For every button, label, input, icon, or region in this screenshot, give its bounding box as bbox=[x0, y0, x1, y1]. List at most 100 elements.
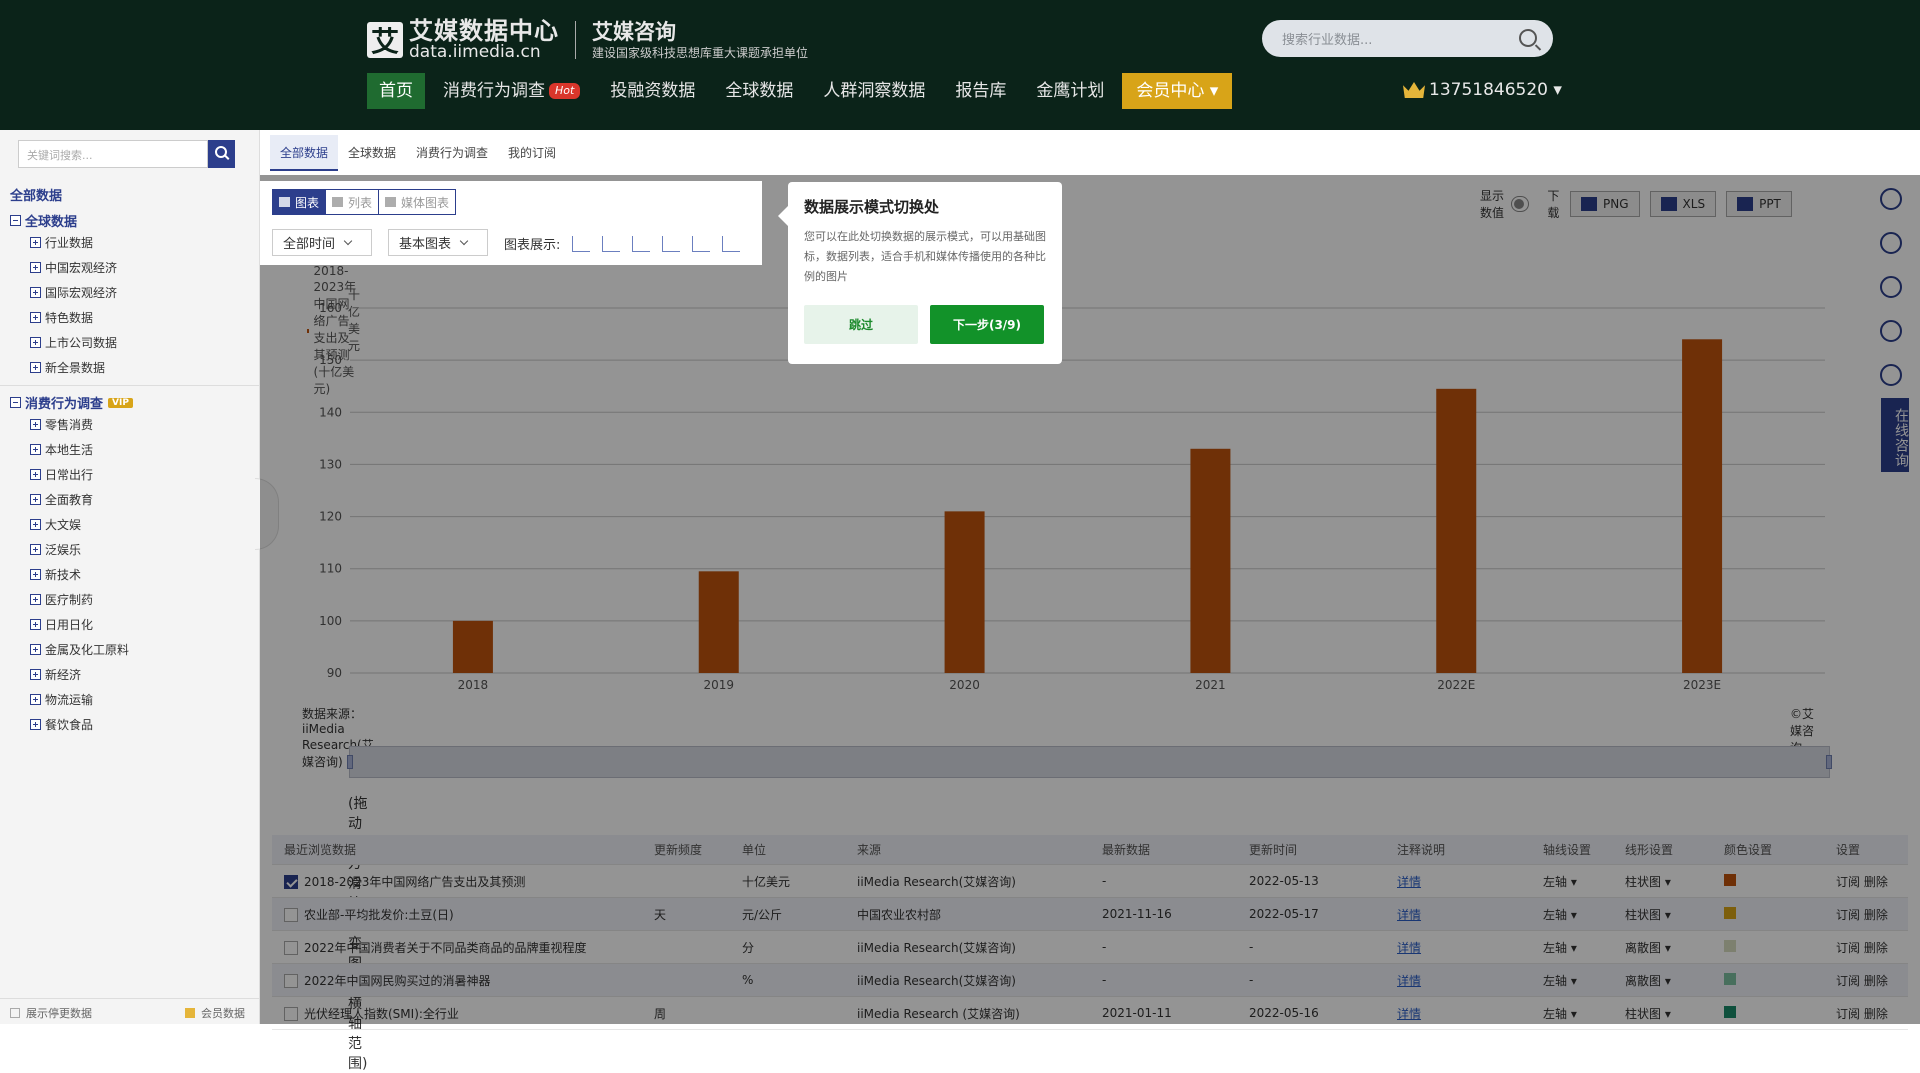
expand-icon[interactable] bbox=[30, 312, 41, 323]
expand-icon[interactable] bbox=[30, 262, 41, 273]
grouped-bar-icon[interactable] bbox=[722, 235, 741, 252]
member-data-swatch bbox=[185, 1008, 195, 1018]
expand-icon[interactable] bbox=[30, 419, 41, 430]
time-range-select[interactable]: 全部时间 bbox=[272, 229, 372, 256]
sidebar-item[interactable]: 特色数据 bbox=[30, 309, 93, 326]
bar-chart-icon[interactable] bbox=[572, 235, 591, 252]
area-chart-icon[interactable] bbox=[632, 235, 651, 252]
subtab-0[interactable]: 全部数据 bbox=[270, 134, 339, 171]
sidebar-item[interactable]: 日用日化 bbox=[30, 616, 93, 633]
sidebar-item-label: 行业数据 bbox=[45, 236, 94, 250]
expand-icon[interactable] bbox=[30, 669, 41, 680]
chart-type-label: 图表展示: bbox=[504, 238, 561, 253]
sidebar-item[interactable]: 零售消费 bbox=[30, 416, 93, 433]
sidebar-item-label: 本地生活 bbox=[45, 443, 94, 457]
view-mode-label: 媒体图表 bbox=[401, 195, 450, 210]
expand-icon[interactable] bbox=[30, 444, 41, 455]
sidebar-item-label: 国际宏观经济 bbox=[45, 286, 118, 300]
expand-icon[interactable] bbox=[30, 337, 41, 348]
expand-icon[interactable] bbox=[30, 694, 41, 705]
sidebar-item[interactable]: 行业数据 bbox=[30, 234, 93, 251]
sidebar-item[interactable]: 金属及化工原料 bbox=[30, 641, 129, 658]
view-mode-0[interactable]: 图表 bbox=[273, 190, 327, 214]
expand-icon[interactable] bbox=[30, 544, 41, 555]
stacked-area-icon[interactable] bbox=[692, 235, 711, 252]
expand-icon[interactable] bbox=[30, 569, 41, 580]
vip-badge: VIP bbox=[108, 397, 133, 408]
collapse-icon[interactable] bbox=[10, 215, 21, 226]
sidebar-item[interactable]: 全面教育 bbox=[30, 491, 93, 508]
expand-icon[interactable] bbox=[30, 619, 41, 630]
sidebar-item-label: 零售消费 bbox=[45, 418, 94, 432]
brand-name: 艾媒咨询 bbox=[592, 19, 676, 44]
nav-item-7[interactable]: 会员中心 ▾ bbox=[1122, 73, 1233, 109]
skip-button[interactable]: 跳过 bbox=[804, 305, 918, 344]
nav-item-0[interactable]: 首页 bbox=[367, 73, 425, 109]
sidebar-item[interactable]: 餐饮食品 bbox=[30, 716, 93, 733]
view-mode-1[interactable]: 列表 bbox=[326, 190, 380, 214]
expand-icon[interactable] bbox=[30, 494, 41, 505]
sidebar-item[interactable]: 新技术 bbox=[30, 566, 81, 583]
sidebar-item[interactable]: 本地生活 bbox=[30, 441, 93, 458]
nav-item-6[interactable]: 金鹰计划 bbox=[1024, 73, 1116, 109]
sidebar-item[interactable]: 新全景数据 bbox=[30, 359, 105, 376]
sidebar-item[interactable]: 日常出行 bbox=[30, 466, 93, 483]
line-chart-icon[interactable] bbox=[602, 235, 621, 252]
show-stopped-data-toggle[interactable]: 展示停更数据 bbox=[10, 1005, 92, 1021]
expand-icon[interactable] bbox=[30, 644, 41, 655]
expand-icon[interactable] bbox=[30, 719, 41, 730]
expand-icon[interactable] bbox=[30, 287, 41, 298]
search-icon[interactable] bbox=[1519, 29, 1537, 47]
chart-kind-select[interactable]: 基本图表 bbox=[388, 229, 488, 256]
time-range-value: 全部时间 bbox=[283, 237, 336, 252]
tree-group-survey[interactable]: 消费行为调查 VIP bbox=[10, 393, 133, 412]
sidebar-item[interactable]: 泛娱乐 bbox=[30, 541, 81, 558]
chevron-down-icon bbox=[459, 236, 469, 245]
checkbox-icon bbox=[10, 1008, 20, 1018]
sidebar-item-label: 新经济 bbox=[45, 668, 82, 682]
popover-body: 您可以在此处切换数据的展示模式，可以用基础图标，数据列表，适合手机和媒体传播使用… bbox=[804, 230, 1046, 283]
site-logo[interactable]: 艾 艾媒数据中心 data.iimedia.cn 艾媒咨询 建设国家级科技思想库… bbox=[367, 17, 808, 61]
nav-item-2[interactable]: 投融资数据 bbox=[598, 73, 707, 109]
sidebar-item-label: 医疗制药 bbox=[45, 593, 94, 607]
view-mode-2[interactable]: 媒体图表 bbox=[379, 190, 456, 214]
user-menu[interactable]: 13751846520 ▾ bbox=[1403, 80, 1562, 100]
nav-item-label: 全球数据 bbox=[725, 81, 794, 101]
subtab-3[interactable]: 我的订阅 bbox=[498, 135, 566, 171]
nav-item-label: 会员中心 ▾ bbox=[1136, 81, 1219, 101]
expand-icon[interactable] bbox=[30, 469, 41, 480]
expand-icon[interactable] bbox=[30, 594, 41, 605]
collapse-icon[interactable] bbox=[10, 397, 21, 408]
step-chart-icon[interactable] bbox=[662, 235, 681, 252]
sidebar-search-input[interactable]: 关键词搜索... bbox=[18, 140, 208, 168]
expand-icon[interactable] bbox=[30, 362, 41, 373]
sidebar-item[interactable]: 大文娱 bbox=[30, 516, 81, 533]
nav-item-1[interactable]: 消费行为调查 Hot bbox=[431, 73, 592, 109]
sidebar-item-label: 餐饮食品 bbox=[45, 718, 94, 732]
tree-group-label: 消费行为调查 bbox=[25, 397, 104, 412]
expand-icon[interactable] bbox=[30, 519, 41, 530]
logo-divider bbox=[575, 21, 576, 59]
tree-root-all-data[interactable]: 全部数据 bbox=[10, 185, 62, 204]
nav-item-3[interactable]: 全球数据 bbox=[713, 73, 805, 109]
nav-item-4[interactable]: 人群洞察数据 bbox=[811, 73, 937, 109]
global-search-input[interactable]: 搜索行业数据... bbox=[1262, 20, 1553, 57]
sidebar-item[interactable]: 国际宏观经济 bbox=[30, 284, 117, 301]
sidebar-item-label: 特色数据 bbox=[45, 311, 94, 325]
view-mode-switch: 图表 列表 媒体图表 bbox=[272, 189, 457, 215]
tree-group-global[interactable]: 全球数据 bbox=[10, 211, 77, 230]
sidebar-item[interactable]: 物流运输 bbox=[30, 691, 93, 708]
logo-title: 艾媒数据中心 bbox=[409, 17, 559, 45]
sidebar-item[interactable]: 上市公司数据 bbox=[30, 334, 117, 351]
next-step-button[interactable]: 下一步(3/9) bbox=[930, 305, 1044, 344]
sidebar-item-label: 新全景数据 bbox=[45, 361, 106, 375]
sidebar-search-button[interactable] bbox=[208, 140, 235, 168]
subtab-1[interactable]: 全球数据 bbox=[338, 135, 406, 171]
subtab-2[interactable]: 消费行为调查 bbox=[406, 135, 498, 171]
expand-icon[interactable] bbox=[30, 237, 41, 248]
sidebar-item[interactable]: 中国宏观经济 bbox=[30, 259, 117, 276]
sidebar-item[interactable]: 医疗制药 bbox=[30, 591, 93, 608]
nav-item-5[interactable]: 报告库 bbox=[943, 73, 1018, 109]
sidebar-item[interactable]: 新经济 bbox=[30, 666, 81, 683]
sidebar-item-label: 新技术 bbox=[45, 568, 82, 582]
